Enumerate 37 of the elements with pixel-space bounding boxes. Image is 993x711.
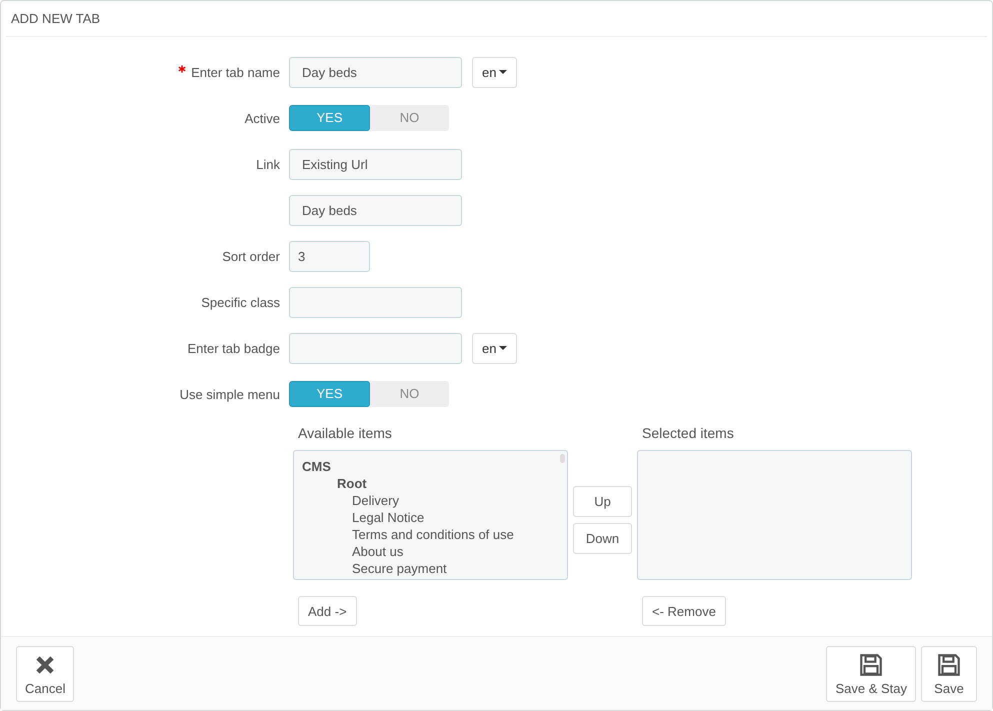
language-dropdown[interactable]: en xyxy=(472,332,518,364)
add-button[interactable]: Add -> xyxy=(298,596,357,626)
move-button[interactable]: Up xyxy=(573,486,632,517)
input-field[interactable]: Existing Url xyxy=(289,148,462,180)
list-title: Available items xyxy=(297,425,393,443)
field-label: Link xyxy=(256,156,280,172)
language-dropdown[interactable]: en xyxy=(472,56,518,88)
scrollbar[interactable] xyxy=(560,454,565,463)
remove-button[interactable]: <- Remove xyxy=(642,596,726,626)
list-option[interactable]: Terms and conditions of use xyxy=(352,526,514,543)
group-label: Root xyxy=(337,475,367,492)
field-label: Use simple menu xyxy=(180,386,280,402)
input-field[interactable]: Day beds xyxy=(289,56,462,88)
field-label: Sort order xyxy=(222,248,280,264)
caret-icon xyxy=(499,346,508,350)
caret-icon xyxy=(499,70,508,74)
input-field[interactable]: 3 xyxy=(289,240,370,272)
field-label: Specific class xyxy=(201,294,280,310)
available-items-list[interactable]: CMS Root Delivery Legal Notice Terms and conditions of use About us Secure payment xyxy=(293,450,568,580)
group-label: CMS xyxy=(302,458,331,475)
field-label: Enter tab badge xyxy=(187,340,280,356)
list-title: Selected items xyxy=(641,425,735,443)
input-field[interactable]: Day beds xyxy=(289,194,462,226)
save-button[interactable]: Save & Stay xyxy=(826,646,916,702)
cancel-button[interactable]: Cancel xyxy=(16,646,74,702)
list-option[interactable]: Delivery xyxy=(352,492,399,509)
save-button[interactable]: Save xyxy=(921,646,977,702)
list-option[interactable]: Secure payment xyxy=(352,560,447,577)
field-label: Enter tab name xyxy=(178,64,280,80)
list-option[interactable]: Legal Notice xyxy=(352,509,424,526)
field-label: Active xyxy=(244,110,280,126)
list-option[interactable]: About us xyxy=(352,543,404,560)
selected-items-list[interactable] xyxy=(637,450,912,580)
panel-title: ADD NEW TAB xyxy=(6,1,987,37)
input-field[interactable] xyxy=(289,286,462,318)
move-button[interactable]: Down xyxy=(573,523,632,554)
input-field[interactable] xyxy=(289,332,462,364)
